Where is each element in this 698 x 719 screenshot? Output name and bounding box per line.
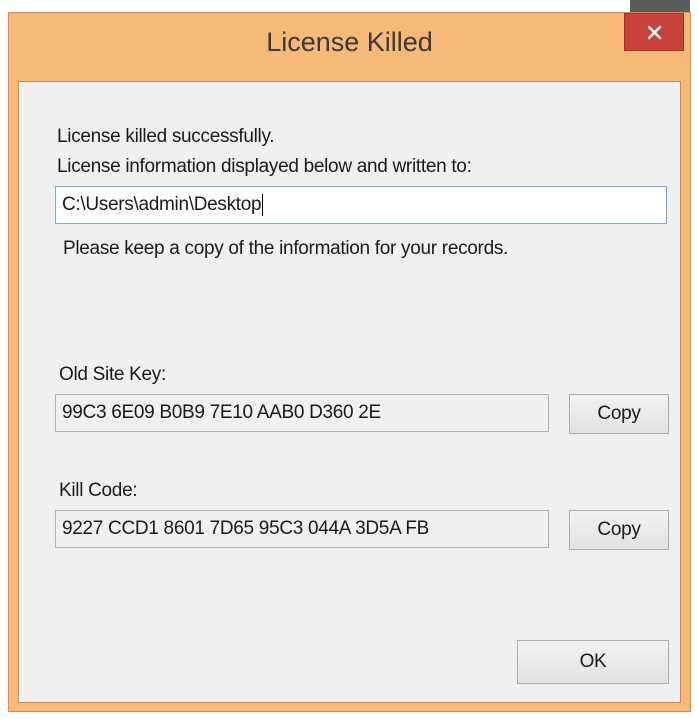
success-message: License killed successfully. <box>57 126 275 147</box>
desktop-top-strip <box>0 0 698 12</box>
site-key-field[interactable]: 99C3 6E09 B0B9 7E10 AAB0 D360 2E <box>55 394 549 432</box>
copy-kill-code-button[interactable]: Copy <box>569 510 669 550</box>
written-to-message: License information displayed below and … <box>57 156 472 177</box>
background-window-corner <box>630 0 690 12</box>
close-icon <box>647 25 661 39</box>
kill-code-label: Kill Code: <box>59 480 138 501</box>
kill-code-field[interactable]: 9227 CCD1 8601 7D65 95C3 044A 3D5A FB <box>55 510 549 548</box>
close-button[interactable] <box>624 13 684 51</box>
text-caret <box>262 193 264 216</box>
output-path-value: C:\Users\admin\Desktop <box>62 194 262 215</box>
output-path-field[interactable]: C:\Users\admin\Desktop <box>55 186 667 224</box>
site-key-label: Old Site Key: <box>59 364 166 385</box>
title-bar[interactable]: License Killed <box>9 13 690 79</box>
screen: License Killed License killed successful… <box>0 0 698 719</box>
keep-copy-message: Please keep a copy of the information fo… <box>63 238 509 259</box>
ok-button[interactable]: OK <box>517 640 669 684</box>
dialog-client-area: License killed successfully. License inf… <box>18 81 681 703</box>
copy-site-key-button[interactable]: Copy <box>569 394 669 434</box>
license-killed-dialog: License Killed License killed successful… <box>8 12 691 712</box>
window-title: License Killed <box>266 27 433 57</box>
